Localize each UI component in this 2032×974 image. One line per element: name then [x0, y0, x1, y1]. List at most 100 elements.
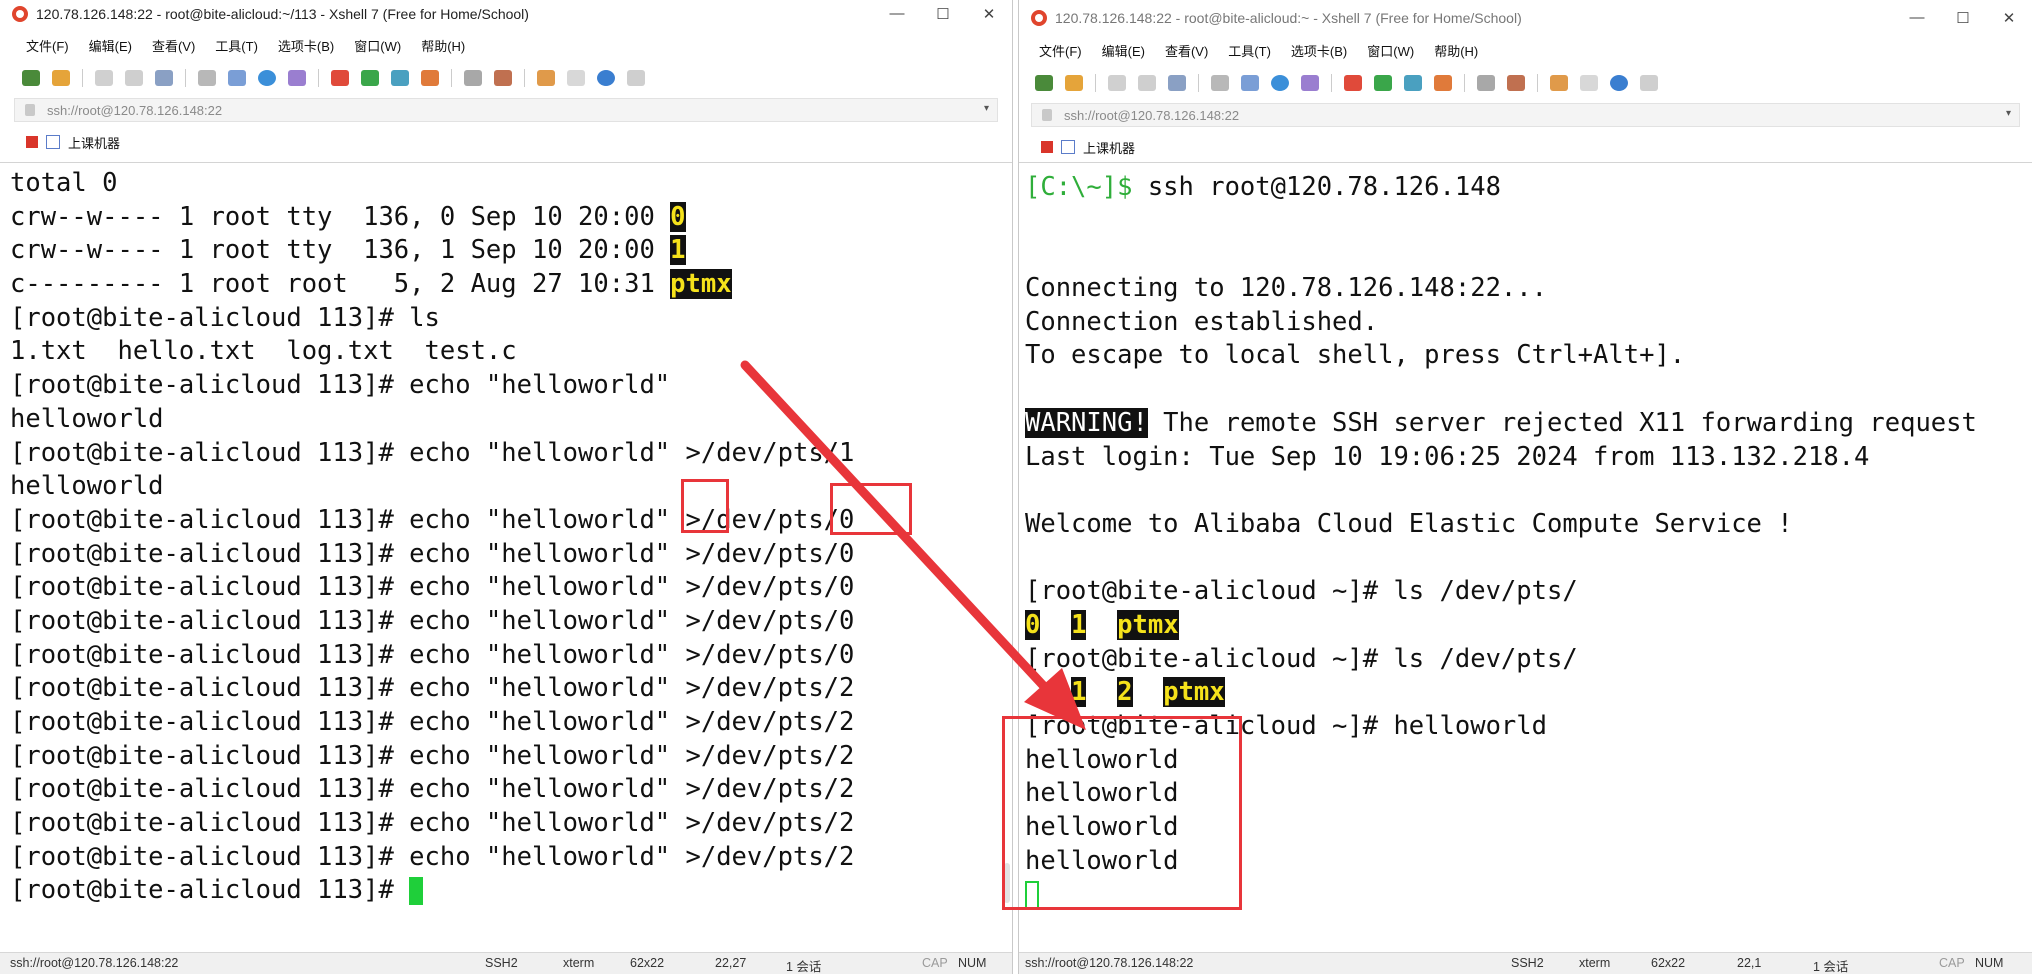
- terminal-line: [root@bite-alicloud 113]# echo "hellowor…: [10, 571, 854, 605]
- font-icon[interactable]: [1301, 75, 1319, 91]
- line-text: [root@bite-alicloud ~]# ls /dev/pts/: [1025, 643, 1578, 674]
- toolbar-divider: [1464, 74, 1465, 92]
- maximize-button[interactable]: ☐: [1940, 4, 1986, 31]
- terminal-line: To escape to local shell, press Ctrl+Alt…: [1025, 339, 1977, 373]
- disconnect-icon[interactable]: [1138, 75, 1156, 91]
- reconnect-icon[interactable]: [155, 70, 173, 86]
- bookmark-session[interactable]: 上课机器: [1083, 138, 1135, 157]
- line-text: [root@bite-alicloud 113]# echo "hellowor…: [10, 740, 855, 771]
- font-icon[interactable]: [288, 70, 306, 86]
- new-session-icon[interactable]: [22, 70, 40, 86]
- line-text: 1.txt hello.txt log.txt test.c: [10, 336, 517, 367]
- terminal-line: [root@bite-alicloud 113]# echo "hellowor…: [10, 437, 854, 471]
- annotation-box-output: [1002, 716, 1242, 910]
- toolbar-divider: [185, 69, 186, 87]
- layout-icon[interactable]: [567, 70, 585, 86]
- terminal-line: 1.txt hello.txt log.txt test.c: [10, 335, 854, 369]
- help-icon[interactable]: [1610, 75, 1628, 91]
- highlighted-entry: ptmx: [1163, 677, 1225, 708]
- menu-help[interactable]: 帮助(H): [1434, 41, 1478, 60]
- maximize-button[interactable]: ☐: [920, 0, 966, 27]
- minimize-button[interactable]: —: [1894, 4, 1940, 31]
- xftp-icon[interactable]: [1344, 75, 1362, 91]
- xmanager-icon[interactable]: [1374, 75, 1392, 91]
- highlighted-entry: 1: [1071, 677, 1087, 708]
- close-button[interactable]: ✕: [966, 0, 1012, 27]
- menu-tools[interactable]: 工具(T): [215, 36, 258, 55]
- line-text: [1025, 239, 1040, 269]
- script-icon[interactable]: [494, 70, 512, 86]
- terminal-line: [root@bite-alicloud ~]# ls /dev/pts/: [1025, 575, 1977, 609]
- highlighted-entry: 1: [670, 235, 686, 266]
- keyboard-icon[interactable]: [1477, 75, 1495, 91]
- open-folder-icon[interactable]: [1065, 75, 1083, 91]
- line-text: Connecting to 120.78.126.148:22...: [1025, 273, 1547, 304]
- menu-window[interactable]: 窗口(W): [354, 36, 401, 55]
- layout-icon[interactable]: [1580, 75, 1598, 91]
- close-button[interactable]: ✕: [1986, 4, 2032, 31]
- lock-icon[interactable]: [421, 70, 439, 86]
- left-titlebar[interactable]: 120.78.126.148:22 - root@bite-alicloud:~…: [0, 0, 1012, 27]
- menu-file[interactable]: 文件(F): [26, 36, 69, 55]
- properties-icon[interactable]: [1241, 75, 1259, 91]
- properties-icon[interactable]: [228, 70, 246, 86]
- chevron-down-icon[interactable]: ▾: [984, 103, 989, 114]
- xmanager-icon[interactable]: [361, 70, 379, 86]
- keyboard-icon[interactable]: [464, 70, 482, 86]
- connect-icon[interactable]: [1108, 75, 1126, 91]
- add-tab-icon[interactable]: [1550, 75, 1568, 91]
- connect-icon[interactable]: [95, 70, 113, 86]
- address-bar[interactable]: ssh://root@120.78.126.148:22 ▾: [14, 98, 998, 122]
- reconnect-icon[interactable]: [1168, 75, 1186, 91]
- line-text: [root@bite-alicloud 113]# echo "hellowor…: [10, 774, 855, 805]
- xftp-icon[interactable]: [331, 70, 349, 86]
- address-text: ssh://root@120.78.126.148:22: [1064, 107, 1240, 123]
- toolbar-divider: [1331, 74, 1332, 92]
- xshell-logo-icon: [1031, 9, 1047, 26]
- line-text: [1025, 374, 1040, 404]
- lock-icon: [1042, 109, 1052, 121]
- menu-window[interactable]: 窗口(W): [1367, 41, 1414, 60]
- menu-help[interactable]: 帮助(H): [421, 36, 465, 55]
- globe-icon[interactable]: [1271, 75, 1289, 91]
- open-folder-icon[interactable]: [52, 70, 70, 86]
- menu-edit[interactable]: 编辑(E): [1102, 41, 1145, 60]
- terminal-line: crw--w---- 1 root tty 136, 0 Sep 10 20:0…: [10, 201, 854, 235]
- globe-icon[interactable]: [258, 70, 276, 86]
- new-session-icon[interactable]: [1035, 75, 1053, 91]
- menu-edit[interactable]: 编辑(E): [89, 36, 132, 55]
- lock-icon[interactable]: [1434, 75, 1452, 91]
- chevron-down-icon[interactable]: ▾: [2006, 108, 2011, 119]
- chat-icon[interactable]: [627, 70, 645, 86]
- terminal-area[interactable]: total 0 crw--w---- 1 root tty 136, 0 Sep …: [0, 162, 1012, 952]
- terminal-line: 0 1 ptmx: [1025, 609, 1977, 643]
- terminal-line: [1025, 474, 1977, 508]
- menu-tab[interactable]: 选项卡(B): [278, 36, 334, 55]
- local-prompt: [C:\~]$: [1025, 172, 1133, 202]
- right-titlebar[interactable]: 120.78.126.148:22 - root@bite-alicloud:~…: [1019, 4, 2032, 31]
- minimize-button[interactable]: —: [874, 0, 920, 27]
- address-bar[interactable]: ssh://root@120.78.126.148:22 ▾: [1031, 103, 2020, 127]
- fullscreen-icon[interactable]: [1404, 75, 1422, 91]
- fullscreen-icon[interactable]: [391, 70, 409, 86]
- bookmark-session[interactable]: 上课机器: [68, 133, 120, 152]
- find-icon[interactable]: [198, 70, 216, 86]
- script-icon[interactable]: [1507, 75, 1525, 91]
- menu-view[interactable]: 查看(V): [1165, 41, 1208, 60]
- menu-tab[interactable]: 选项卡(B): [1291, 41, 1347, 60]
- add-tab-icon[interactable]: [537, 70, 555, 86]
- terminal-line: Last login: Tue Sep 10 19:06:25 2024 fro…: [1025, 441, 1977, 475]
- menu-file[interactable]: 文件(F): [1039, 41, 1082, 60]
- terminal-line: [root@bite-alicloud 113]# echo "hellowor…: [10, 538, 854, 572]
- menu-tools[interactable]: 工具(T): [1228, 41, 1271, 60]
- annotation-box-pts0: [830, 483, 912, 535]
- disconnect-icon[interactable]: [125, 70, 143, 86]
- help-icon[interactable]: [597, 70, 615, 86]
- status-sessions[interactable]: 1 会话: [1813, 956, 1848, 974]
- chat-icon[interactable]: [1640, 75, 1658, 91]
- menu-view[interactable]: 查看(V): [152, 36, 195, 55]
- find-icon[interactable]: [1211, 75, 1229, 91]
- line-text: [root@bite-alicloud 113]# echo "hellowor…: [10, 639, 855, 670]
- status-sessions[interactable]: 1 会话: [786, 956, 821, 974]
